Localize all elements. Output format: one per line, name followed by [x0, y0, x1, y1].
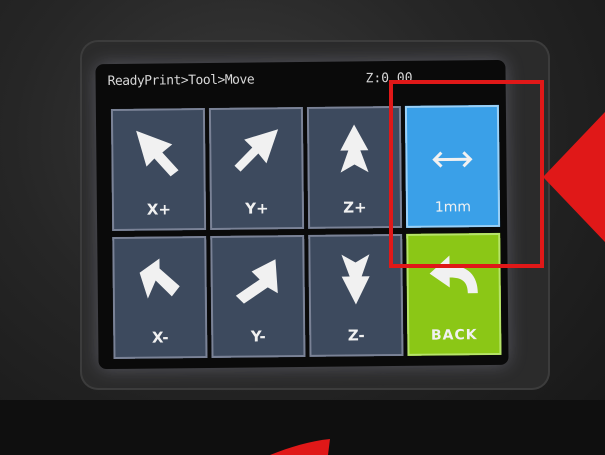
move-x-minus-button[interactable]: X-	[112, 236, 208, 359]
move-z-plus-button[interactable]: Z+	[306, 105, 403, 229]
move-y-minus-button[interactable]: Y-	[210, 234, 306, 358]
annotation-arrow-left-icon	[543, 112, 605, 242]
breadcrumb: ReadyPrint>Tool>Move	[107, 72, 255, 90]
annotation-arrow-partial-icon	[270, 439, 330, 455]
tile-label: X-	[151, 328, 169, 347]
annotation-highlight-box	[389, 80, 544, 268]
tile-label: Y+	[245, 199, 269, 218]
arrow-y-minus-icon	[235, 259, 278, 304]
tile-label: Z+	[343, 198, 367, 217]
arrow-x-plus-icon	[136, 130, 179, 177]
move-y-plus-button[interactable]: Y+	[208, 106, 305, 230]
arrow-up-icon	[340, 124, 369, 173]
move-x-plus-button[interactable]: X+	[110, 108, 207, 231]
arrow-x-minus-icon	[139, 258, 180, 299]
back-label: BACK	[430, 327, 478, 344]
arrow-down-icon	[341, 254, 370, 305]
arrow-y-plus-icon	[234, 129, 279, 172]
tile-label: Y-	[250, 327, 266, 346]
tile-label: Z-	[347, 326, 365, 345]
tile-label: X+	[146, 200, 172, 219]
